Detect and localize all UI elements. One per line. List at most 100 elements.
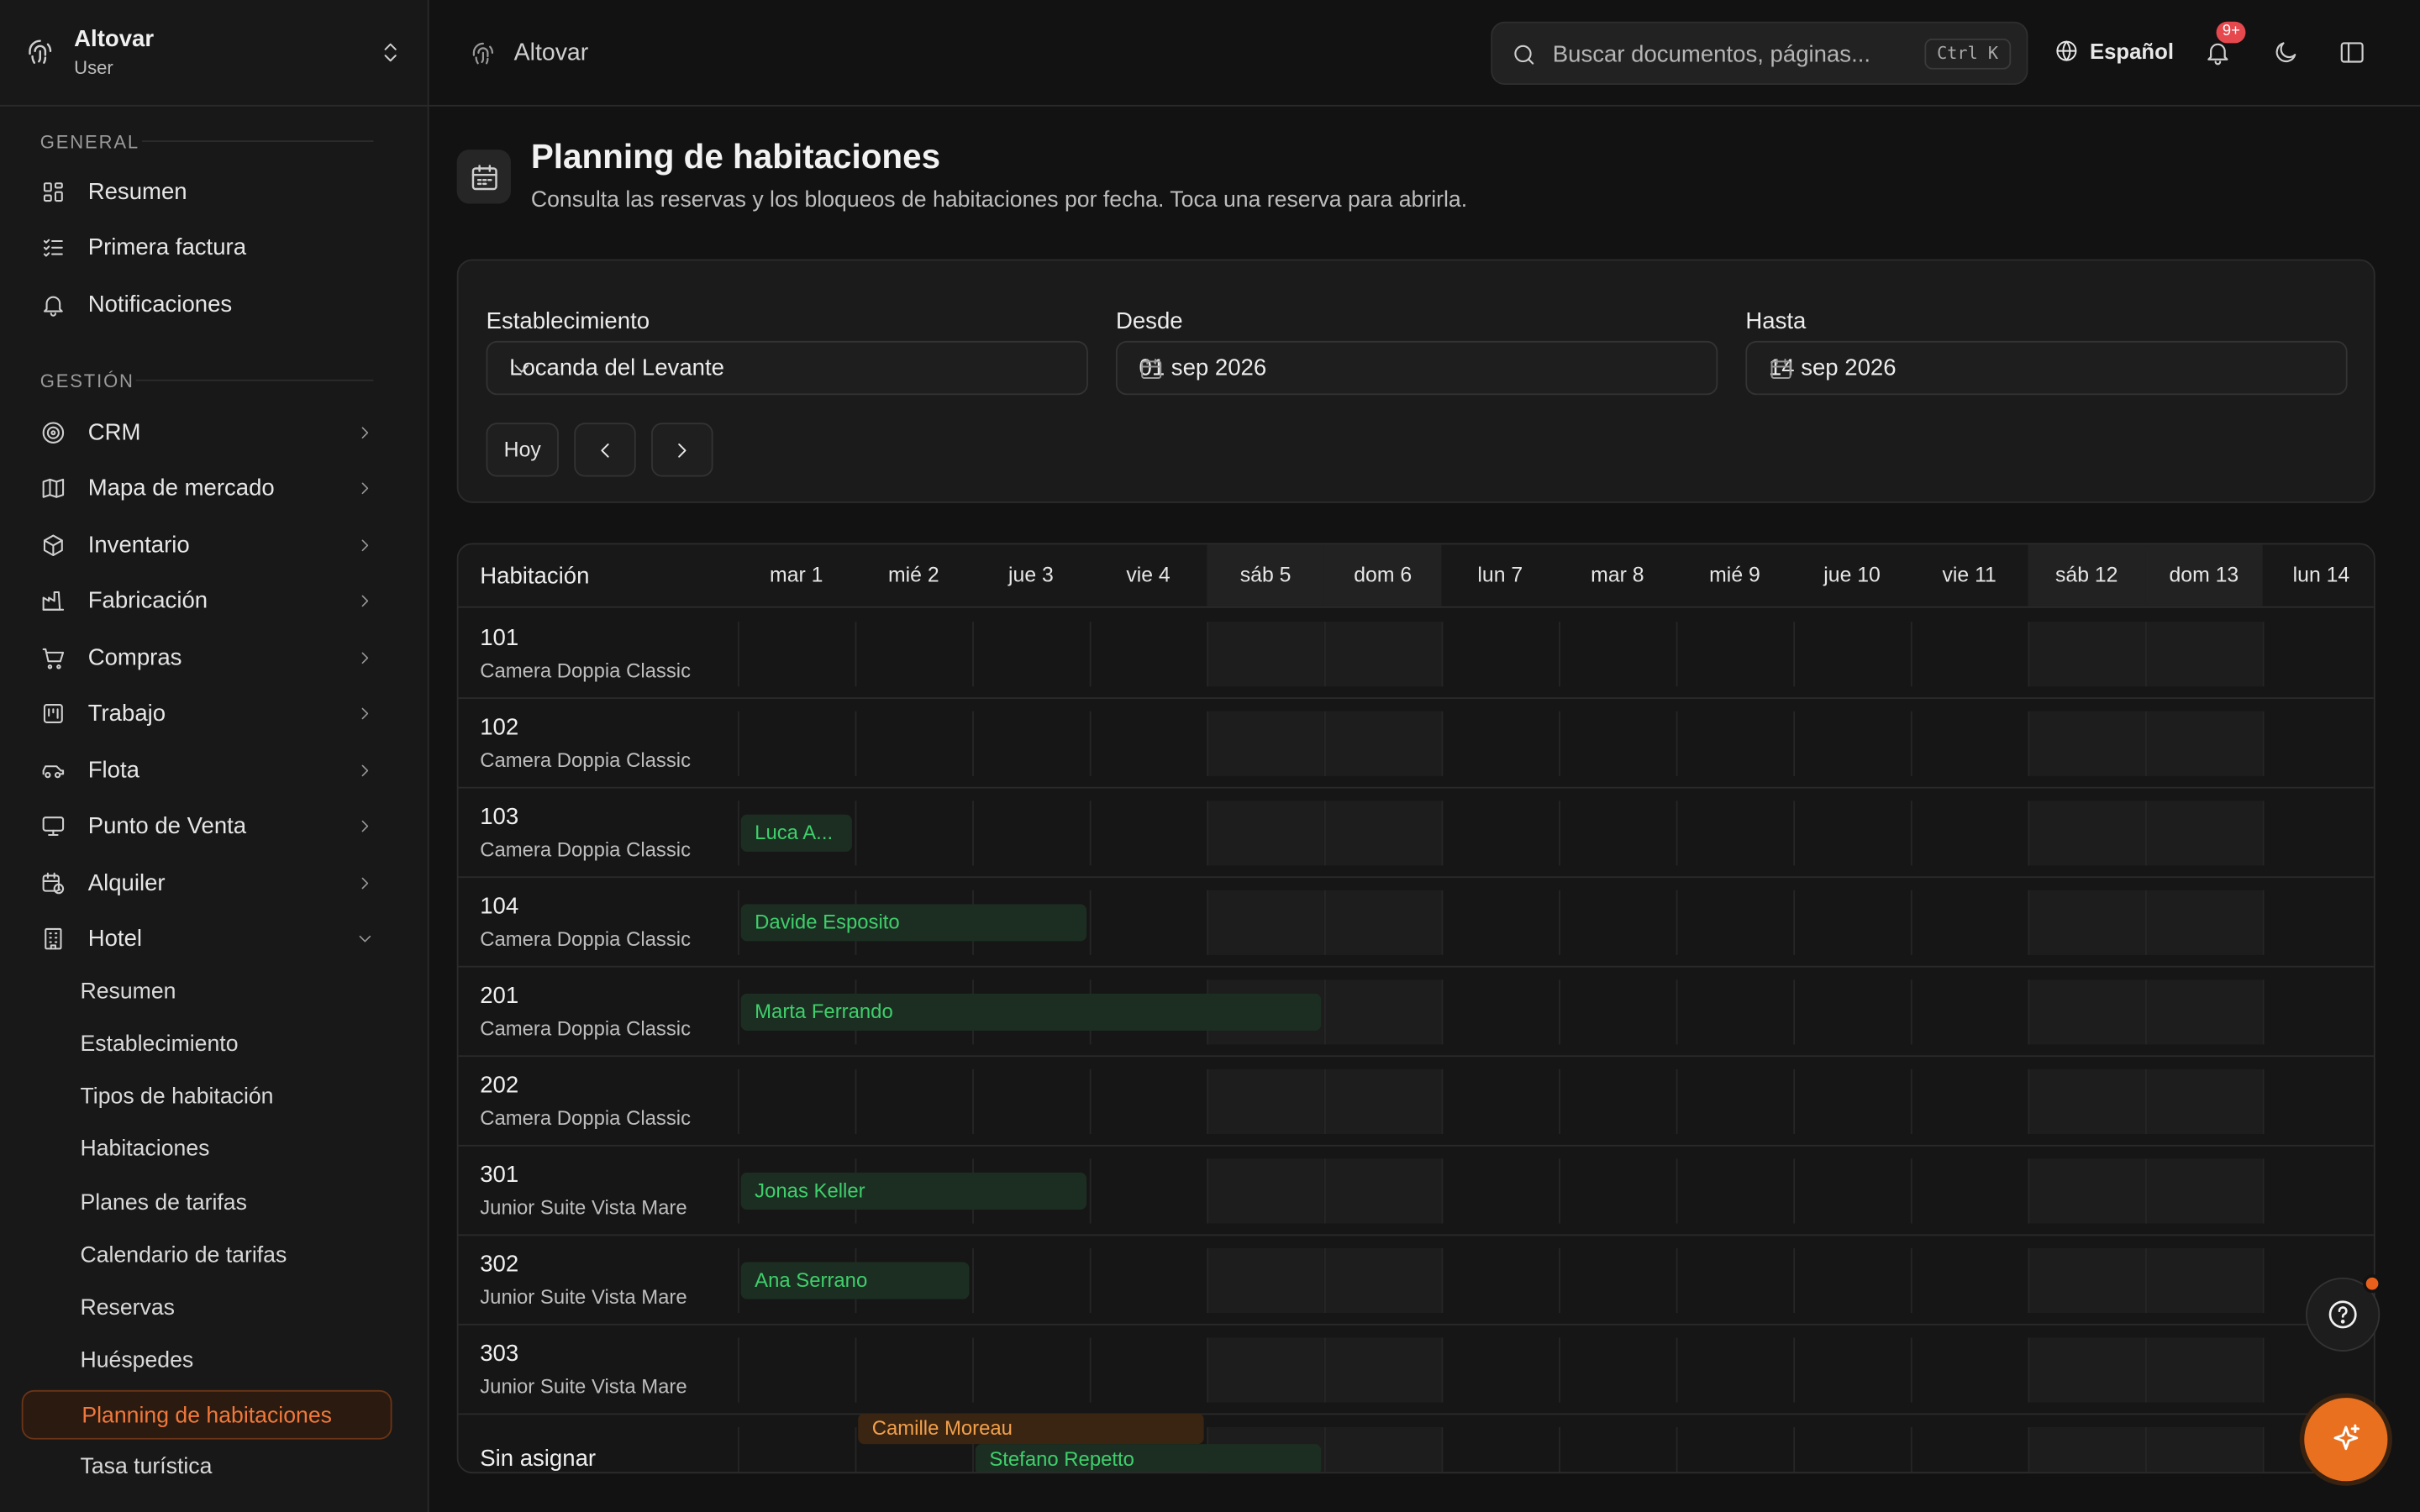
- day-cell[interactable]: [1441, 1158, 1560, 1224]
- day-cell[interactable]: [1207, 622, 1324, 687]
- day-cell[interactable]: [1910, 1068, 2028, 1135]
- day-cell[interactable]: [1676, 1426, 1794, 1473]
- day-cell[interactable]: [737, 622, 855, 687]
- day-cell[interactable]: [1441, 622, 1560, 687]
- day-cell[interactable]: [1323, 1068, 1442, 1135]
- day-cell[interactable]: [1793, 1158, 1911, 1224]
- day-cell[interactable]: [1910, 1337, 2028, 1403]
- day-cell[interactable]: [1089, 890, 1207, 955]
- day-cell[interactable]: [2145, 1337, 2263, 1403]
- breadcrumb-app-name[interactable]: Altovar: [514, 40, 589, 68]
- booking-bar[interactable]: Davide Esposito: [740, 904, 1087, 942]
- day-cell[interactable]: [1441, 801, 1560, 866]
- sidebar-subitem-resumen[interactable]: Resumen: [22, 968, 392, 1017]
- day-cell[interactable]: [1676, 890, 1794, 955]
- day-cell[interactable]: [1910, 1426, 2028, 1473]
- day-cell[interactable]: [2262, 801, 2374, 866]
- sidebar-item-alquiler[interactable]: Alquiler: [22, 858, 408, 907]
- day-cell[interactable]: [1910, 622, 2028, 687]
- sidebar-subitem-reservas[interactable]: Reservas: [22, 1284, 392, 1333]
- day-cell[interactable]: [1089, 711, 1207, 776]
- sidebar-subitem-calendario-de-tarifas[interactable]: Calendario de tarifas: [22, 1231, 392, 1281]
- day-cell[interactable]: [1207, 1068, 1324, 1135]
- day-cell[interactable]: [1441, 1337, 1560, 1403]
- day-cell[interactable]: [2028, 979, 2146, 1045]
- sidebar-item-inventario[interactable]: Inventario: [22, 520, 408, 570]
- day-cell[interactable]: [2262, 1158, 2374, 1224]
- sidebar-subitem-tasa-turística[interactable]: Tasa turística: [22, 1442, 392, 1492]
- day-cell[interactable]: [2262, 979, 2374, 1045]
- sidebar-subitem-habitaciones[interactable]: Habitaciones: [22, 1125, 392, 1174]
- day-cell[interactable]: [1323, 1426, 1442, 1473]
- day-cell[interactable]: [2028, 801, 2146, 866]
- day-cell[interactable]: [1559, 979, 1676, 1045]
- day-cell[interactable]: [2145, 1426, 2263, 1473]
- next-period-button[interactable]: [651, 423, 713, 477]
- day-cell[interactable]: [1323, 890, 1442, 955]
- language-selector[interactable]: Español: [2054, 39, 2174, 63]
- day-cell[interactable]: [1441, 711, 1560, 776]
- booking-bar[interactable]: Camille Moreau: [858, 1413, 1204, 1445]
- day-cell[interactable]: [2145, 622, 2263, 687]
- day-cell[interactable]: [1323, 1247, 1442, 1314]
- day-cell[interactable]: [737, 1068, 855, 1135]
- day-cell[interactable]: [972, 622, 1090, 687]
- day-cell[interactable]: [855, 1068, 973, 1135]
- day-cell[interactable]: [2028, 1337, 2146, 1403]
- day-cell[interactable]: [1559, 1247, 1676, 1314]
- day-cell[interactable]: [1559, 1337, 1676, 1403]
- sidebar-subitem-planes-de-tarifas[interactable]: Planes de tarifas: [22, 1179, 392, 1228]
- day-cell[interactable]: [1559, 801, 1676, 866]
- day-cell[interactable]: [1089, 1068, 1207, 1135]
- day-cell[interactable]: [1323, 979, 1442, 1045]
- sidebar-item-hotel[interactable]: Hotel: [22, 913, 408, 963]
- day-cell[interactable]: [2145, 801, 2263, 866]
- day-cell[interactable]: [972, 1068, 1090, 1135]
- day-cell[interactable]: [972, 801, 1090, 866]
- from-date-field[interactable]: 01 sep 2026: [1115, 340, 1718, 396]
- day-cell[interactable]: [1910, 890, 2028, 955]
- day-cell[interactable]: [1441, 1426, 1560, 1473]
- sidebar-subitem-huéspedes[interactable]: Huéspedes: [22, 1336, 392, 1386]
- day-cell[interactable]: [737, 711, 855, 776]
- day-cell[interactable]: [1793, 1247, 1911, 1314]
- day-cell[interactable]: [2145, 1158, 2263, 1224]
- day-cell[interactable]: [855, 1337, 973, 1403]
- day-cell[interactable]: [1559, 890, 1676, 955]
- booking-bar[interactable]: Marta Ferrando: [740, 993, 1322, 1031]
- day-cell[interactable]: [1089, 801, 1207, 866]
- day-cell[interactable]: [1676, 622, 1794, 687]
- day-cell[interactable]: [2262, 622, 2374, 687]
- day-cell[interactable]: [1089, 1158, 1207, 1224]
- day-cell[interactable]: [1793, 890, 1911, 955]
- day-cell[interactable]: [1323, 1337, 1442, 1403]
- day-cell[interactable]: [1793, 1068, 1911, 1135]
- to-date-field[interactable]: 14 sep 2026: [1745, 340, 2348, 396]
- sidebar-item-punto-de-venta[interactable]: Punto de Venta: [22, 801, 408, 850]
- sidebar-item-fabricación[interactable]: Fabricación: [22, 575, 408, 625]
- sidebar-toggle-icon[interactable]: [2338, 39, 2366, 66]
- sidebar-item-primera-factura[interactable]: Primera factura: [22, 222, 408, 271]
- day-cell[interactable]: [1323, 1158, 1442, 1224]
- day-cell[interactable]: [1793, 979, 1911, 1045]
- day-cell[interactable]: [2262, 1068, 2374, 1135]
- day-cell[interactable]: [1559, 1426, 1676, 1473]
- sidebar-item-resumen[interactable]: Resumen: [22, 166, 408, 216]
- day-cell[interactable]: [737, 1426, 855, 1473]
- day-cell[interactable]: [1910, 801, 2028, 866]
- sidebar-subitem-establecimiento[interactable]: Establecimiento: [22, 1020, 392, 1069]
- booking-bar[interactable]: Stefano Repetto: [975, 1444, 1322, 1473]
- day-cell[interactable]: [1441, 890, 1560, 955]
- day-cell[interactable]: [2028, 1158, 2146, 1224]
- sidebar-item-trabajo[interactable]: Trabajo: [22, 688, 408, 738]
- day-cell[interactable]: [1207, 711, 1324, 776]
- day-cell[interactable]: [1559, 711, 1676, 776]
- day-cell[interactable]: [1910, 1247, 2028, 1314]
- day-cell[interactable]: [1910, 979, 2028, 1045]
- day-cell[interactable]: [1441, 1068, 1560, 1135]
- day-cell[interactable]: [2028, 622, 2146, 687]
- day-cell[interactable]: [1323, 801, 1442, 866]
- day-cell[interactable]: [1793, 1337, 1911, 1403]
- moon-icon[interactable]: [2272, 39, 2300, 66]
- sidebar-subitem-tipos-de-habitación[interactable]: Tipos de habitación: [22, 1073, 392, 1122]
